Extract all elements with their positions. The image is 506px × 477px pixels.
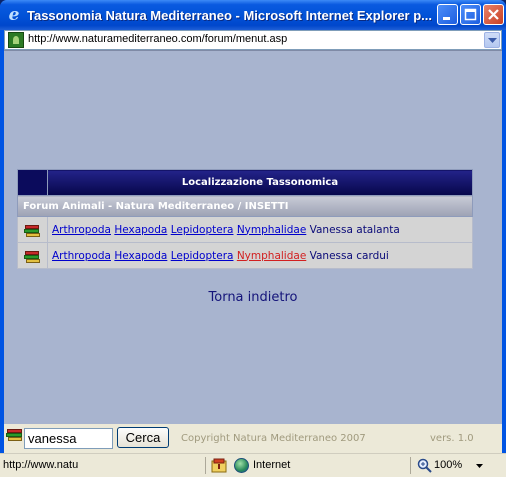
link-nymphalidae[interactable]: Nymphalidae bbox=[237, 250, 306, 262]
version-text: vers. 1.0 bbox=[430, 433, 474, 444]
table-row: Arthropoda Hexapoda Lepidoptera Nymphali… bbox=[17, 242, 473, 269]
table-title: Localizzazione Tassonomica bbox=[47, 169, 473, 196]
address-field[interactable]: http://www.naturamediterraneo.com/forum/… bbox=[4, 30, 502, 50]
status-divider bbox=[410, 457, 411, 474]
zoom-level[interactable]: 100% bbox=[434, 459, 462, 471]
window-title: Tassonomia Natura Mediterraneo - Microso… bbox=[27, 8, 432, 23]
link-lepidoptera[interactable]: Lepidoptera bbox=[171, 224, 234, 236]
link-lepidoptera[interactable]: Lepidoptera bbox=[171, 250, 234, 262]
zoom-icon[interactable] bbox=[417, 458, 432, 473]
address-dropdown-button[interactable] bbox=[484, 32, 500, 48]
table-row: Arthropoda Hexapoda Lepidoptera Nymphali… bbox=[17, 216, 473, 243]
status-bar: http://www.natu Internet 100% bbox=[0, 453, 506, 477]
search-button[interactable]: Cerca bbox=[117, 427, 169, 448]
chevron-down-icon bbox=[488, 38, 497, 43]
table-header-row: Localizzazione Tassonomica bbox=[17, 169, 473, 196]
books-icon bbox=[6, 427, 23, 444]
minimize-button[interactable] bbox=[437, 4, 458, 25]
address-url[interactable]: http://www.naturamediterraneo.com/forum/… bbox=[28, 33, 287, 45]
favicon-icon bbox=[8, 32, 24, 48]
species-name: Vanessa cardui bbox=[309, 249, 389, 262]
minimize-icon bbox=[443, 17, 450, 20]
maximize-button[interactable] bbox=[460, 4, 481, 25]
books-icon bbox=[24, 223, 41, 238]
link-arthropoda[interactable]: Arthropoda bbox=[52, 250, 111, 262]
security-zone: Internet bbox=[253, 459, 291, 471]
copyright-text: Copyright Natura Mediterraneo 2007 bbox=[181, 433, 366, 444]
chevron-down-icon[interactable] bbox=[476, 464, 483, 468]
taxonomy-path: Arthropoda Hexapoda Lepidoptera Nymphali… bbox=[47, 216, 473, 243]
search-bar: vanessa Cerca Copyright Natura Mediterra… bbox=[4, 424, 502, 453]
close-button[interactable] bbox=[483, 4, 504, 25]
page-content: Localizzazione Tassonomica Forum Animali… bbox=[4, 50, 502, 424]
back-link[interactable]: Torna indietro bbox=[4, 290, 502, 305]
taxonomy-table: Localizzazione Tassonomica Forum Animali… bbox=[17, 169, 473, 269]
internet-zone-icon bbox=[234, 458, 249, 473]
internet-explorer-icon: e bbox=[8, 5, 20, 25]
address-bar: http://www.naturamediterraneo.com/forum/… bbox=[4, 30, 502, 50]
status-divider bbox=[205, 457, 206, 474]
link-hexapoda[interactable]: Hexapoda bbox=[114, 224, 167, 236]
browser-window: e Tassonomia Natura Mediterraneo - Micro… bbox=[0, 0, 506, 477]
species-name: Vanessa atalanta bbox=[309, 223, 400, 236]
status-text: http://www.natu bbox=[3, 459, 79, 471]
title-bar: e Tassonomia Natura Mediterraneo - Micro… bbox=[0, 0, 506, 30]
close-icon bbox=[488, 9, 499, 20]
row-icon-cell bbox=[17, 216, 48, 243]
link-nymphalidae[interactable]: Nymphalidae bbox=[237, 224, 306, 236]
taxonomy-path: Arthropoda Hexapoda Lepidoptera Nymphali… bbox=[47, 242, 473, 269]
link-arthropoda[interactable]: Arthropoda bbox=[52, 224, 111, 236]
maximize-icon bbox=[464, 8, 477, 21]
forum-breadcrumb: Forum Animali - Natura Mediterraneo / IN… bbox=[17, 195, 473, 217]
books-icon bbox=[24, 249, 41, 264]
row-icon-cell bbox=[17, 242, 48, 269]
search-input[interactable]: vanessa bbox=[24, 428, 113, 449]
header-icon-cell bbox=[17, 169, 48, 196]
link-hexapoda[interactable]: Hexapoda bbox=[114, 250, 167, 262]
security-warning-icon[interactable] bbox=[211, 458, 227, 473]
table-subheader-row: Forum Animali - Natura Mediterraneo / IN… bbox=[17, 195, 473, 217]
